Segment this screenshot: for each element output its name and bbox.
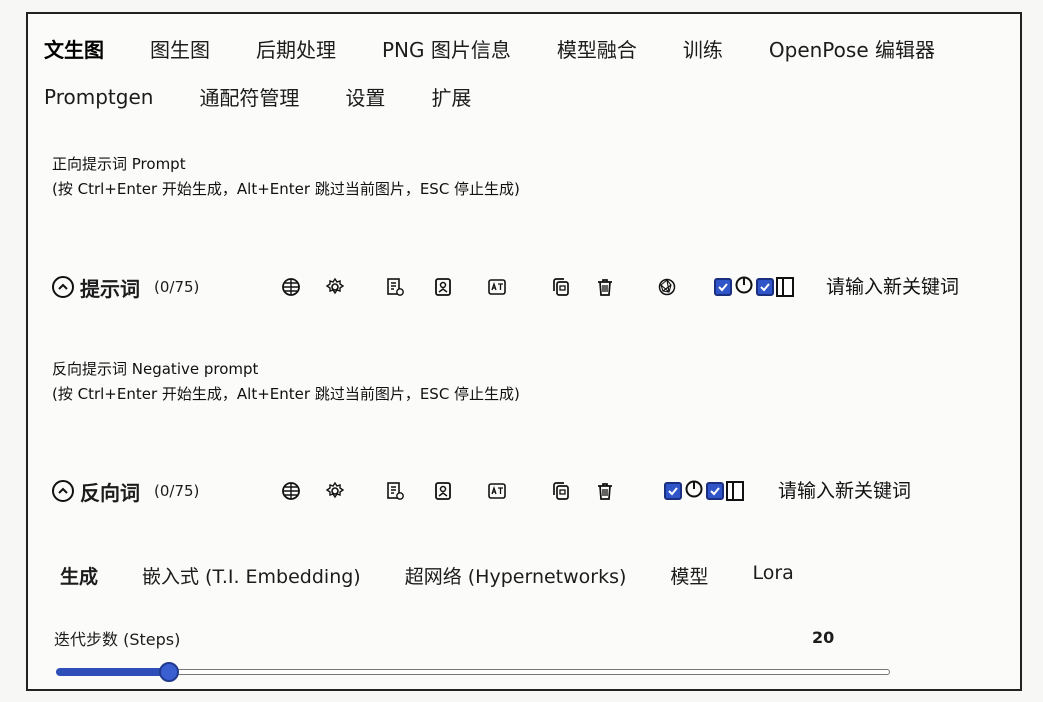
tab-img2img[interactable]: 图生图 bbox=[150, 34, 210, 63]
tab-settings[interactable]: 设置 bbox=[345, 82, 385, 111]
tab-train[interactable]: 训练 bbox=[683, 34, 723, 63]
app-frame: 文生图 图生图 后期处理 PNG 图片信息 模型融合 训练 OpenPose 编… bbox=[26, 12, 1022, 691]
chevron-up-icon bbox=[52, 480, 74, 502]
negative-checkbox-2[interactable] bbox=[706, 482, 724, 500]
globe-icon[interactable] bbox=[280, 480, 302, 502]
bookmark-icon[interactable] bbox=[432, 276, 454, 298]
slider-fill bbox=[56, 668, 169, 676]
positive-prompt-toolbar: 提示词 (0/75) bbox=[52, 270, 1002, 304]
subtab-hypernetworks[interactable]: 超网络 (Hypernetworks) bbox=[405, 562, 627, 589]
history-icon[interactable] bbox=[384, 276, 406, 298]
main-tabs-row-1: 文生图 图生图 后期处理 PNG 图片信息 模型融合 训练 OpenPose 编… bbox=[44, 34, 935, 63]
tab-openpose-editor[interactable]: OpenPose 编辑器 bbox=[769, 34, 935, 63]
settings-icon[interactable] bbox=[324, 480, 346, 502]
steps-slider[interactable] bbox=[56, 662, 890, 682]
history-clock-icon[interactable] bbox=[734, 275, 754, 299]
subtab-generate[interactable]: 生成 bbox=[60, 562, 98, 589]
positive-bar-title: 提示词 bbox=[80, 276, 140, 301]
negative-collapse-toggle[interactable]: 反向词 bbox=[52, 477, 140, 506]
history-clock-icon[interactable] bbox=[684, 479, 704, 503]
tab-model-merge[interactable]: 模型融合 bbox=[557, 34, 637, 63]
tab-promptgen[interactable]: Promptgen bbox=[44, 85, 153, 109]
negative-bar-title: 反向词 bbox=[80, 480, 140, 505]
negative-toggles bbox=[664, 479, 744, 503]
tab-extensions[interactable]: 扩展 bbox=[431, 82, 471, 111]
negative-checkbox-1[interactable] bbox=[664, 482, 682, 500]
positive-checkbox-3[interactable] bbox=[776, 277, 794, 297]
trash-icon[interactable] bbox=[594, 480, 616, 502]
trash-icon[interactable] bbox=[594, 276, 616, 298]
tab-wildcards[interactable]: 通配符管理 bbox=[199, 82, 299, 111]
steps-value[interactable]: 20 bbox=[812, 628, 834, 647]
slider-thumb[interactable] bbox=[159, 662, 179, 682]
positive-token-counter: (0/75) bbox=[154, 278, 200, 296]
positive-label-hint: (按 Ctrl+Enter 开始生成，Alt+Enter 跳过当前图片，ESC … bbox=[52, 180, 520, 198]
tab-txt2img[interactable]: 文生图 bbox=[44, 34, 104, 63]
positive-toggles bbox=[714, 275, 794, 299]
tab-extras[interactable]: 后期处理 bbox=[256, 34, 336, 63]
copy-icon[interactable] bbox=[550, 276, 572, 298]
negative-prompt-label: 反向提示词 Negative prompt (按 Ctrl+Enter 开始生成… bbox=[52, 357, 520, 407]
main-tabs-row-2: Promptgen 通配符管理 设置 扩展 bbox=[44, 82, 517, 111]
tab-png-info[interactable]: PNG 图片信息 bbox=[382, 34, 511, 63]
generation-sub-tabs: 生成 嵌入式 (T.I. Embedding) 超网络 (Hypernetwor… bbox=[60, 562, 838, 589]
translate-icon[interactable] bbox=[486, 276, 508, 298]
history-icon[interactable] bbox=[384, 480, 406, 502]
positive-label-title: 正向提示词 Prompt bbox=[52, 155, 186, 173]
negative-checkbox-3[interactable] bbox=[726, 481, 744, 501]
positive-prompt-label: 正向提示词 Prompt (按 Ctrl+Enter 开始生成，Alt+Ente… bbox=[52, 152, 520, 202]
openai-icon[interactable] bbox=[656, 276, 678, 298]
bookmark-icon[interactable] bbox=[432, 480, 454, 502]
positive-keyword-input[interactable] bbox=[824, 275, 998, 299]
negative-label-title: 反向提示词 Negative prompt bbox=[52, 360, 259, 378]
steps-label: 迭代步数 (Steps) bbox=[54, 630, 181, 649]
negative-token-counter: (0/75) bbox=[154, 482, 200, 500]
positive-collapse-toggle[interactable]: 提示词 bbox=[52, 273, 140, 302]
settings-icon[interactable] bbox=[324, 276, 346, 298]
negative-keyword-input[interactable] bbox=[776, 479, 950, 503]
slider-track bbox=[56, 669, 890, 675]
positive-checkbox-2[interactable] bbox=[756, 278, 774, 296]
negative-label-hint: (按 Ctrl+Enter 开始生成，Alt+Enter 跳过当前图片，ESC … bbox=[52, 385, 520, 403]
subtab-lora[interactable]: Lora bbox=[752, 562, 793, 589]
subtab-embedding[interactable]: 嵌入式 (T.I. Embedding) bbox=[142, 562, 361, 589]
negative-prompt-toolbar: 反向词 (0/75) bbox=[52, 474, 1002, 508]
globe-icon[interactable] bbox=[280, 276, 302, 298]
subtab-model[interactable]: 模型 bbox=[670, 562, 708, 589]
translate-icon[interactable] bbox=[486, 480, 508, 502]
positive-checkbox-1[interactable] bbox=[714, 278, 732, 296]
copy-icon[interactable] bbox=[550, 480, 572, 502]
chevron-up-icon bbox=[52, 276, 74, 298]
